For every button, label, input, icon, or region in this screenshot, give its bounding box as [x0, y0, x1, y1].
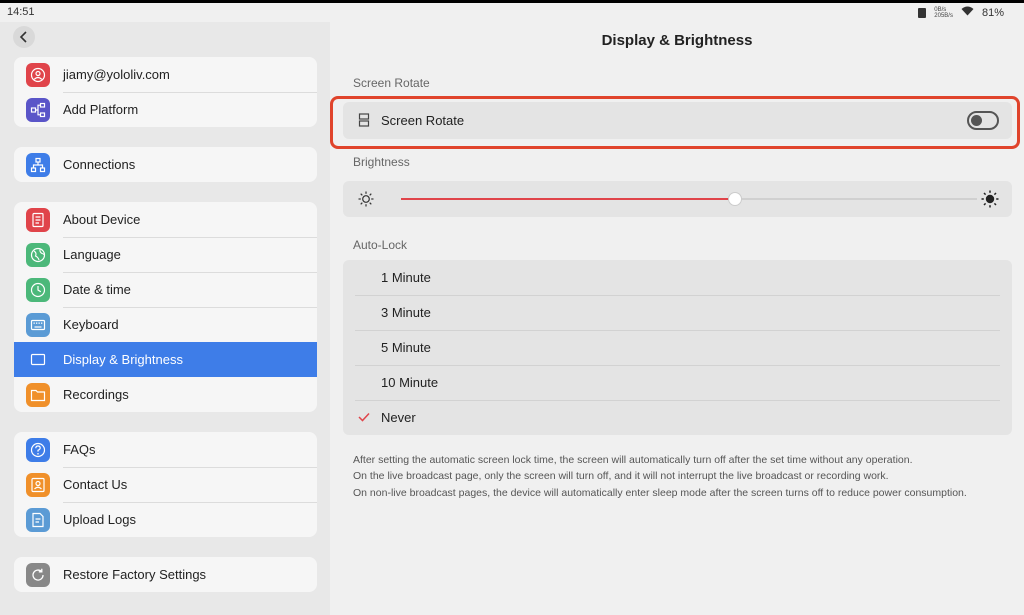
- battery-percent: 81%: [981, 6, 1004, 19]
- screen-rotate-label: Screen Rotate: [381, 113, 465, 128]
- sidebar-item-label: Keyboard: [63, 317, 119, 332]
- note-line: After setting the automatic screen lock …: [353, 454, 913, 466]
- screen-rotate-row: Screen Rotate: [343, 102, 1012, 139]
- auto-lock-list: 1 Minute 3 Minute 5 Minute 10 Minute Never: [343, 260, 1012, 435]
- wifi-icon: [961, 6, 974, 19]
- section-brightness: Brightness: [353, 155, 410, 169]
- auto-lock-option-label: 10 Minute: [381, 375, 439, 390]
- auto-lock-option[interactable]: 1 Minute: [343, 260, 1012, 295]
- status-icons: 0B/s 205B/s 81%: [918, 6, 1004, 19]
- screen-rotate-icon: [358, 113, 370, 127]
- sidebar-item-keyboard[interactable]: Keyboard: [14, 307, 317, 342]
- sidebar-item-label: Connections: [63, 157, 136, 172]
- sidebar-item-recordings[interactable]: Recordings: [14, 377, 317, 412]
- upload-log-icon: [26, 507, 50, 532]
- auto-lock-option[interactable]: 3 Minute: [343, 295, 1012, 330]
- sidebar-item-contact-us[interactable]: Contact Us: [14, 467, 317, 502]
- network-icon: [26, 152, 50, 177]
- auto-lock-option[interactable]: 10 Minute: [343, 365, 1012, 400]
- sidebar-item-upload-logs[interactable]: Upload Logs: [14, 502, 317, 537]
- sidebar-item-add-platform[interactable]: Add Platform: [14, 92, 317, 127]
- folder-icon: [26, 382, 50, 407]
- checkmark-icon: [358, 412, 370, 422]
- sidebar-group: FAQs Contact Us Upload Logs: [14, 432, 317, 537]
- sidebar-item-display-brightness[interactable]: Display & Brightness: [14, 342, 317, 377]
- status-bar: 14:51 0B/s 205B/s 81%: [0, 0, 1024, 22]
- toggle-knob: [971, 115, 982, 126]
- question-icon: [26, 437, 50, 462]
- auto-lock-option-label: Never: [381, 410, 416, 425]
- chevron-left-icon: [19, 31, 27, 43]
- section-auto-lock: Auto-Lock: [353, 238, 408, 252]
- sidebar-item-label: Add Platform: [63, 102, 139, 117]
- sidebar-group: Connections: [14, 147, 317, 182]
- sidebar-group: jiamy@yololiv.com Add Platform: [14, 57, 317, 127]
- auto-lock-note: After setting the automatic screen lock …: [353, 452, 1013, 501]
- screen-rotate-toggle[interactable]: [967, 111, 999, 130]
- sidebar-item-label: Restore Factory Settings: [63, 567, 207, 582]
- auto-lock-option-label: 1 Minute: [381, 270, 431, 285]
- section-screen-rotate: Screen Rotate: [353, 76, 430, 90]
- contact-icon: [26, 472, 50, 497]
- note-line: On non-live broadcast pages, the device …: [353, 486, 967, 499]
- clock-icon: [26, 277, 50, 302]
- network-speed: 0B/s 205B/s: [934, 7, 953, 19]
- note-line: On the live broadcast page, only the scr…: [353, 470, 889, 483]
- brightness-thumb[interactable]: [728, 192, 743, 206]
- user-icon: [26, 62, 50, 87]
- platform-icon: [26, 97, 50, 122]
- sidebar-item-label: Recordings: [63, 387, 129, 402]
- sidebar-item-label: About Device: [63, 212, 141, 227]
- brightness-row: [343, 181, 1012, 217]
- keyboard-icon: [26, 312, 50, 337]
- restore-icon: [26, 562, 50, 587]
- globe-icon: [26, 242, 50, 267]
- auto-lock-option[interactable]: 5 Minute: [343, 330, 1012, 365]
- sidebar-item-label: Date & time: [63, 282, 131, 297]
- brightness-fill: [401, 198, 736, 200]
- sidebar-item-jiamy-yololiv-com[interactable]: jiamy@yololiv.com: [14, 57, 317, 92]
- auto-lock-option[interactable]: Never: [343, 400, 1012, 435]
- sidebar-item-connections[interactable]: Connections: [14, 147, 317, 182]
- sidebar-item-date-time[interactable]: Date & time: [14, 272, 317, 307]
- device-info-icon: [26, 207, 50, 232]
- page-title: Display & Brightness: [601, 32, 753, 49]
- brightness-low-icon: [358, 191, 374, 207]
- sidebar-group: About Device Language Date & time Keyboard D…: [14, 202, 317, 412]
- net-down: 205B/s: [934, 12, 953, 19]
- sd-card-icon: [918, 7, 927, 18]
- sidebar: jiamy@yololiv.com Add Platform Connections…: [0, 22, 330, 615]
- sidebar-item-language[interactable]: Language: [14, 237, 317, 272]
- status-time: 14:51: [7, 6, 35, 18]
- sidebar-item-label: FAQs: [63, 442, 96, 457]
- sidebar-item-label: Language: [63, 247, 121, 262]
- brightness-high-icon: [981, 190, 999, 208]
- sidebar-item-label: Upload Logs: [63, 512, 136, 527]
- sidebar-item-restore-factory-settings[interactable]: Restore Factory Settings: [14, 557, 317, 592]
- main-panel: Display & Brightness Screen Rotate Scree…: [330, 22, 1024, 615]
- display-icon: [26, 347, 50, 372]
- sidebar-group: Restore Factory Settings: [14, 557, 317, 592]
- back-button[interactable]: [13, 26, 35, 48]
- sidebar-item-label: Display & Brightness: [63, 352, 183, 367]
- brightness-slider[interactable]: [401, 192, 977, 206]
- sidebar-item-label: jiamy@yololiv.com: [63, 67, 170, 82]
- auto-lock-option-label: 5 Minute: [381, 340, 431, 355]
- sidebar-item-about-device[interactable]: About Device: [14, 202, 317, 237]
- sidebar-item-label: Contact Us: [63, 477, 128, 492]
- auto-lock-option-label: 3 Minute: [381, 305, 431, 320]
- sidebar-item-faqs[interactable]: FAQs: [14, 432, 317, 467]
